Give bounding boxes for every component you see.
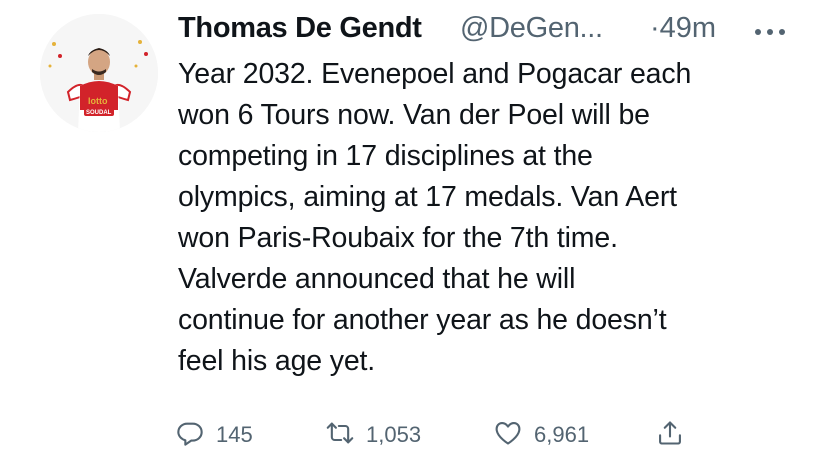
tweet-line: continue for another year as he doesn’t: [178, 304, 667, 336]
heart-icon: [494, 419, 522, 452]
avatar[interactable]: lotto SOUDAL: [40, 14, 158, 132]
tweet-line: Year 2032. Evenepoel and Pogacar each: [178, 58, 692, 90]
tweet-line: feel his age yet.: [178, 345, 376, 377]
like-button[interactable]: 6,961: [494, 417, 589, 453]
tweet-timestamp[interactable]: ·49m: [650, 12, 716, 45]
lotto-logo-text: lotto: [88, 96, 108, 106]
tweet-header: Thomas De Gendt @DeGen... ·49m: [178, 12, 818, 52]
tweet-line: won 6 Tours now. Van der Poel will be: [178, 99, 650, 131]
avatar-image: lotto SOUDAL: [40, 14, 158, 132]
tweet-line: olympics, aiming at 17 medals. Van Aert: [178, 181, 677, 213]
reply-button[interactable]: 145: [176, 417, 253, 453]
retweet-button[interactable]: 1,053: [326, 417, 421, 453]
reply-count: 145: [216, 422, 253, 447]
tweet-line: won Paris-Roubaix for the 7th time.: [178, 222, 618, 254]
reply-icon: [176, 419, 204, 452]
more-dots-icon[interactable]: [750, 22, 790, 42]
retweet-count: 1,053: [366, 422, 422, 447]
like-count: 6,961: [534, 422, 590, 447]
retweet-icon: [326, 419, 354, 452]
tweet-text: Year 2032. Evenepoel and Pogacar each wo…: [178, 54, 808, 382]
tweet-line: competing in 17 disciplines at the: [178, 140, 593, 172]
share-button[interactable]: [656, 417, 684, 453]
tweet-actions: 145 1,053 6,961: [176, 417, 816, 453]
author-handle[interactable]: @DeGen...: [460, 12, 603, 45]
share-icon: [656, 419, 684, 452]
author-name[interactable]: Thomas De Gendt: [178, 12, 422, 45]
soudal-logo-text: SOUDAL: [86, 110, 112, 116]
tweet-line: Valverde announced that he will: [178, 263, 576, 295]
